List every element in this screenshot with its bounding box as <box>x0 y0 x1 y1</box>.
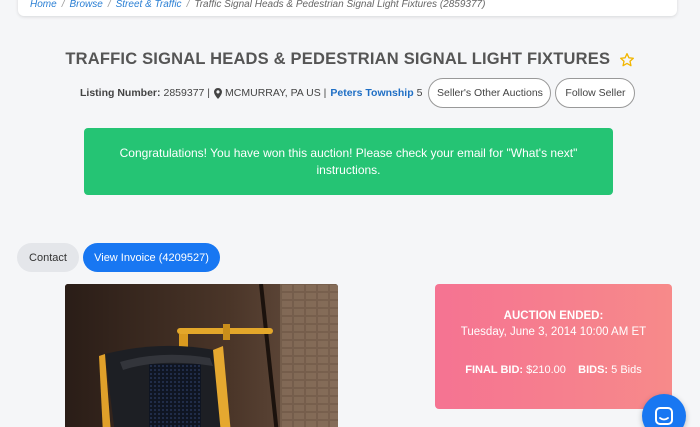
contact-button[interactable]: Contact <box>17 243 79 272</box>
seller-link[interactable]: Peters Township <box>330 87 413 99</box>
breadcrumb-browse-link[interactable]: Browse <box>69 0 102 10</box>
follow-seller-button[interactable]: Follow Seller <box>555 78 636 108</box>
breadcrumb-home-link[interactable]: Home <box>30 0 57 10</box>
success-banner: Congratulations! You have won this aucti… <box>84 128 613 195</box>
listing-meta: Listing Number: 2859377 | MCMURRAY, PA U… <box>80 78 636 108</box>
breadcrumb-current: Traffic Signal Heads & Pedestrian Signal… <box>194 0 486 10</box>
action-tabs: Contact View Invoice (4209527) <box>17 243 220 272</box>
listing-location: MCMURRAY, PA US | <box>225 87 327 99</box>
chat-icon <box>655 407 673 425</box>
auction-ended-label: AUCTION ENDED: <box>503 310 604 322</box>
listing-number: 2859377 | <box>163 87 211 99</box>
bids-label: BIDS: <box>578 364 609 376</box>
page-title: TRAFFIC SIGNAL HEADS & PEDESTRIAN SIGNAL… <box>65 50 611 68</box>
title-row: TRAFFIC SIGNAL HEADS & PEDESTRIAN SIGNAL… <box>0 50 700 69</box>
auction-end-date: Tuesday, June 3, 2014 10:00 AM ET <box>460 326 647 338</box>
view-invoice-button[interactable]: View Invoice (4209527) <box>83 243 220 272</box>
listing-number-label: Listing Number: <box>80 87 161 99</box>
breadcrumb-separator: / <box>186 0 190 10</box>
star-icon[interactable] <box>619 52 635 68</box>
breadcrumb-separator: / <box>107 0 111 10</box>
listing-photo[interactable] <box>65 284 338 427</box>
traffic-signal-photo <box>65 284 338 427</box>
final-bid-value: $210.00 <box>526 364 566 376</box>
bids-count: 5 Bids <box>611 364 642 376</box>
final-bid-label: FINAL BID: <box>465 364 524 376</box>
breadcrumb-category-link[interactable]: Street & Traffic <box>116 0 182 10</box>
breadcrumb-separator: / <box>61 0 65 10</box>
auction-status-card: AUCTION ENDED: Tuesday, June 3, 2014 10:… <box>435 284 672 409</box>
breadcrumb: Home / Browse / Street & Traffic / Traff… <box>18 0 677 16</box>
bid-summary: FINAL BID: $210.00 BIDS: 5 Bids <box>435 364 672 376</box>
chat-launcher-button[interactable] <box>642 394 686 427</box>
seller-other-auctions-button[interactable]: Seller's Other Auctions <box>428 78 552 108</box>
map-marker-icon <box>214 87 223 99</box>
seller-rating: 5 <box>416 87 423 99</box>
